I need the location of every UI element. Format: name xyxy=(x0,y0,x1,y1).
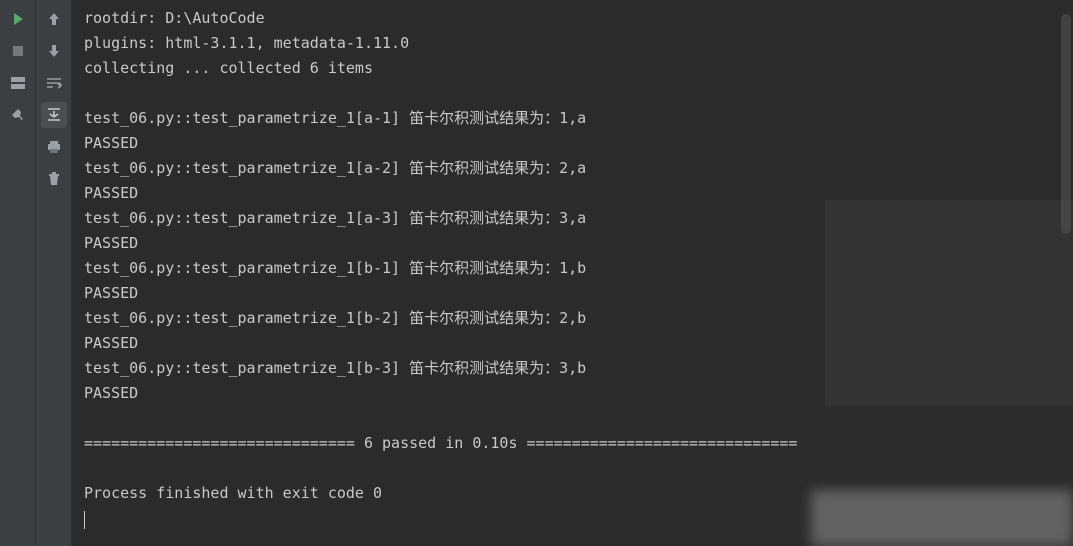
console-panel: rootdir: D:\AutoCodeplugins: html-3.1.1,… xyxy=(72,0,1073,546)
run-icon xyxy=(11,12,25,26)
run-toolbar-secondary xyxy=(36,0,72,546)
console-line xyxy=(84,456,1073,481)
print-icon xyxy=(47,140,61,154)
run-toolbar-primary xyxy=(0,0,36,546)
console-line: collecting ... collected 6 items xyxy=(84,56,1073,81)
caret xyxy=(84,511,85,529)
clear-button[interactable] xyxy=(41,166,67,192)
pin-button[interactable] xyxy=(5,102,31,128)
console-line: test_06.py::test_parametrize_1[a-1] 笛卡尔积… xyxy=(84,106,1073,131)
redacted-watermark xyxy=(811,490,1073,546)
arrow-down-icon xyxy=(48,44,60,58)
soft-wrap-button[interactable] xyxy=(41,70,67,96)
pin-icon xyxy=(11,108,25,122)
trash-icon xyxy=(48,172,60,186)
layout-button[interactable] xyxy=(5,70,31,96)
soft-wrap-icon xyxy=(46,77,62,89)
redacted-region xyxy=(825,200,1073,406)
console-line xyxy=(84,81,1073,106)
step-down-button[interactable] xyxy=(41,38,67,64)
vertical-scrollbar[interactable] xyxy=(1061,0,1071,546)
scroll-to-end-icon xyxy=(46,108,62,122)
print-button[interactable] xyxy=(41,134,67,160)
step-up-button[interactable] xyxy=(41,6,67,32)
run-tool-window: rootdir: D:\AutoCodeplugins: html-3.1.1,… xyxy=(0,0,1073,546)
arrow-up-icon xyxy=(48,12,60,26)
layout-icon xyxy=(11,77,25,89)
run-button[interactable] xyxy=(5,6,31,32)
scrollbar-thumb[interactable] xyxy=(1061,14,1071,234)
stop-icon xyxy=(12,45,24,57)
console-line xyxy=(84,406,1073,431)
scroll-to-end-button[interactable] xyxy=(41,102,67,128)
console-line: rootdir: D:\AutoCode xyxy=(84,6,1073,31)
console-line: PASSED xyxy=(84,131,1073,156)
console-line: ============================== 6 passed … xyxy=(84,431,1073,456)
console-line: plugins: html-3.1.1, metadata-1.11.0 xyxy=(84,31,1073,56)
console-line: test_06.py::test_parametrize_1[a-2] 笛卡尔积… xyxy=(84,156,1073,181)
stop-button[interactable] xyxy=(5,38,31,64)
